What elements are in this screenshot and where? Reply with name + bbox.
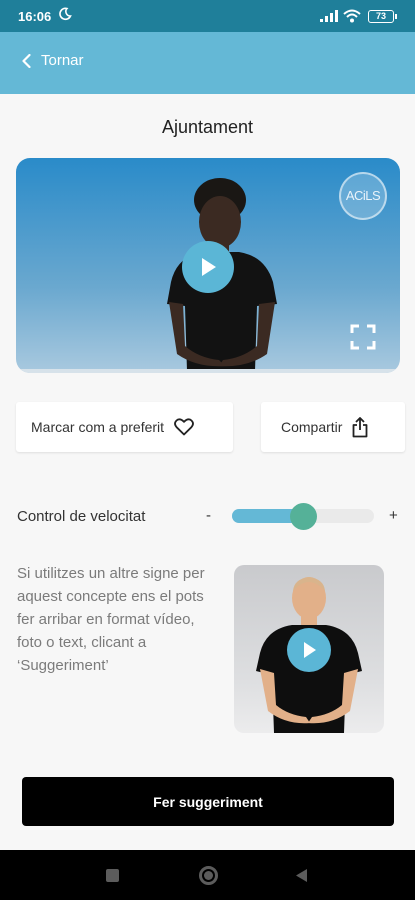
speed-increase-button[interactable]: + (389, 507, 398, 524)
page-title: Ajuntament (161, 117, 254, 137)
share-icon (353, 416, 368, 437)
play-icon (202, 258, 216, 276)
play-icon (304, 642, 316, 658)
suggestion-video-thumbnail[interactable] (234, 565, 384, 733)
fullscreen-icon[interactable] (350, 324, 376, 350)
thumbnail-play-button[interactable] (287, 628, 331, 672)
speed-slider-thumb[interactable] (290, 503, 317, 530)
speed-decrease-button[interactable]: - (206, 507, 211, 524)
heart-icon (174, 418, 194, 436)
share-label: Compartir (281, 419, 343, 435)
favorite-button[interactable]: Marcar com a preferit (16, 402, 233, 452)
share-button[interactable]: Compartir (261, 402, 405, 452)
suggestion-description: Si utilitzes un altre signe per aquest c… (17, 565, 205, 674)
status-time: 16:06 (18, 9, 52, 24)
speed-control-label: Control de velocitat (17, 508, 146, 525)
suggestion-button[interactable]: Fer suggeriment (22, 777, 394, 826)
battery-icon: 73 (368, 10, 397, 23)
back-button[interactable]: Tornar (22, 52, 84, 69)
nav-home-icon[interactable] (199, 866, 218, 885)
status-bar: 16:06 73 (0, 0, 415, 32)
system-nav-bar (0, 850, 415, 900)
wifi-icon (343, 9, 361, 23)
nav-recents-icon[interactable] (106, 869, 119, 882)
app-header: Tornar (0, 32, 415, 94)
speed-slider[interactable] (232, 503, 374, 530)
signal-icon (320, 10, 338, 22)
play-button[interactable] (182, 241, 234, 293)
video-floor (16, 369, 400, 373)
chevron-left-icon (22, 53, 31, 68)
back-label: Tornar (41, 52, 84, 69)
favorite-label: Marcar com a preferit (31, 419, 165, 435)
moon-icon (59, 7, 72, 21)
sign-video-player[interactable]: ACiLS (16, 158, 400, 373)
nav-back-icon[interactable] (295, 868, 308, 883)
acils-logo: ACiLS (339, 172, 387, 220)
